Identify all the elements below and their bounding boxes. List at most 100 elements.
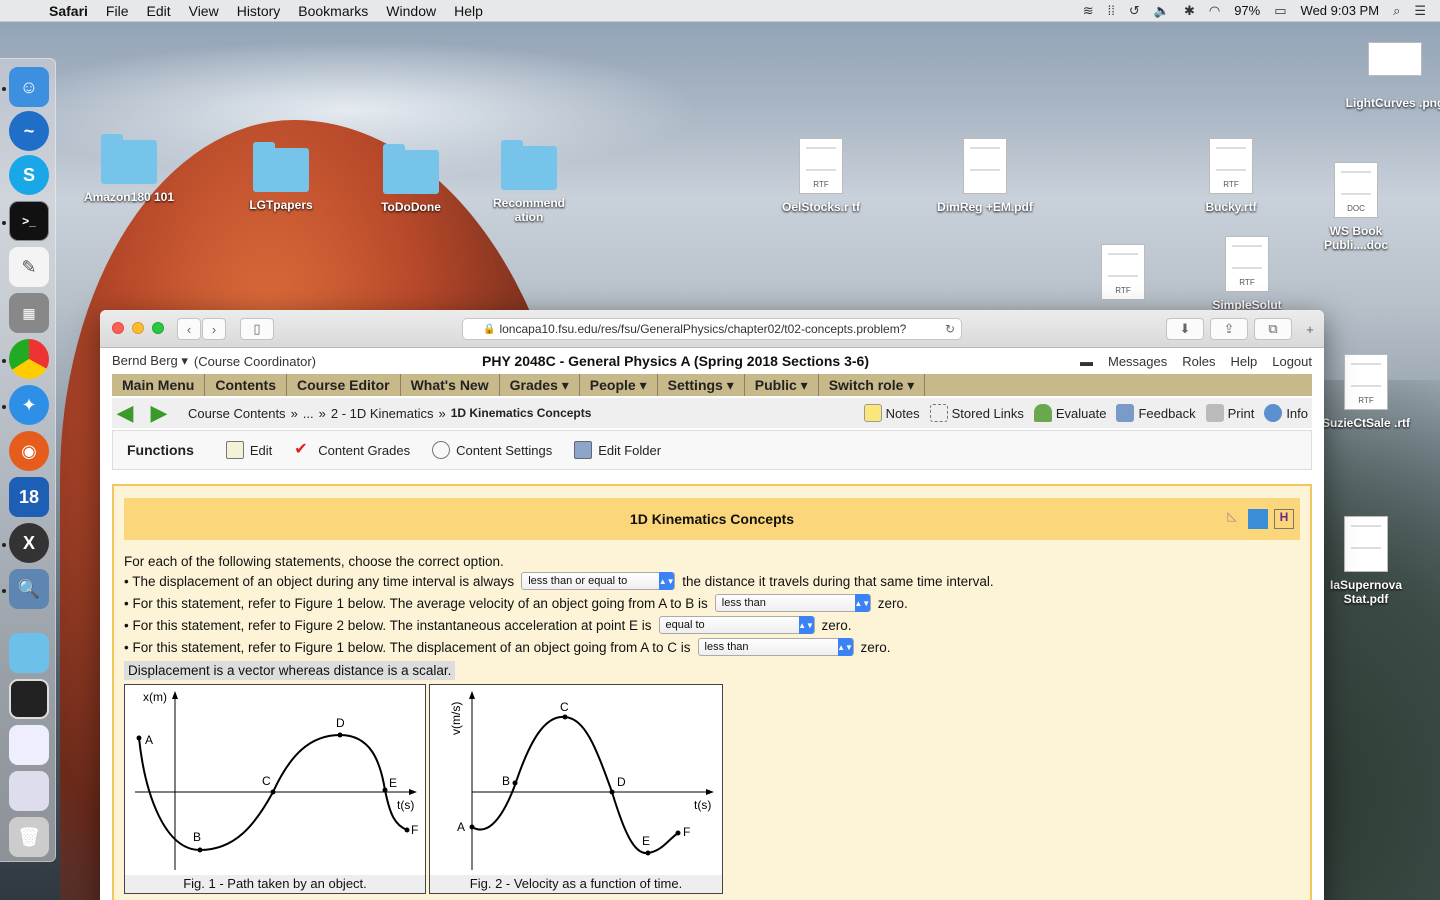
desktop-folder-lgtpapers[interactable]: LGTpapers — [231, 142, 331, 212]
breadcrumb-ellipsis[interactable]: ... — [303, 406, 314, 421]
screenshot-stack-icon[interactable] — [9, 771, 49, 811]
downloads-button[interactable]: ⬇ — [1166, 318, 1204, 340]
breadcrumb-course-contents[interactable]: Course Contents — [188, 406, 286, 421]
menu-app-safari[interactable]: Safari — [40, 3, 97, 19]
preview-icon[interactable]: 🔍 — [9, 569, 49, 609]
battery-icon[interactable]: ▭ — [1274, 3, 1286, 19]
nav-whats-new[interactable]: What's New — [401, 374, 500, 396]
firefox-icon[interactable]: ◉ — [9, 431, 49, 471]
answer-select-2[interactable]: less than ▲▼ — [714, 594, 871, 612]
tool-print[interactable]: Print — [1205, 404, 1254, 422]
battery-percent[interactable]: 97% — [1234, 3, 1260, 18]
function-edit-folder[interactable]: Edit Folder — [574, 441, 661, 459]
activity-icon[interactable]: ⁞⁞ — [1108, 3, 1115, 18]
time-machine-icon[interactable]: ↺ — [1129, 3, 1140, 19]
desktop-folder-recommendation[interactable]: Recommend ation — [479, 140, 579, 224]
desktop-file-lightcurves[interactable]: LightCurves .png — [1345, 42, 1440, 110]
desktop-file-dimreg[interactable]: DimReg +EM.pdf — [935, 138, 1035, 214]
desktop-file-simplesolut[interactable]: RTF SimpleSolut — [1197, 236, 1297, 312]
desktop-file-wsbook[interactable]: DOC WS Book Publi....doc — [1306, 162, 1406, 252]
nav-people[interactable]: People ▾ — [580, 374, 658, 396]
messages-icon[interactable]: ▬ — [1080, 354, 1093, 369]
nav-course-editor[interactable]: Course Editor — [287, 374, 401, 396]
reload-icon[interactable]: ↻ — [945, 322, 955, 336]
forward-button[interactable]: › — [202, 318, 226, 340]
calendar-18-icon[interactable]: 18 — [9, 477, 49, 517]
nav-public[interactable]: Public ▾ — [745, 374, 819, 396]
answer-select-4[interactable]: less than ▲▼ — [697, 638, 854, 656]
ruler-icon[interactable]: ◺ — [1222, 509, 1242, 529]
share-button[interactable]: ⇪ — [1210, 318, 1248, 340]
close-window-button[interactable] — [112, 322, 124, 334]
back-button[interactable]: ‹ — [177, 318, 201, 340]
tabs-overview-button[interactable]: ⧉ — [1254, 318, 1292, 340]
desktop-folder-amazon[interactable]: Amazon180 101 — [79, 134, 179, 204]
clock[interactable]: Wed 9:03 PM — [1301, 3, 1380, 18]
tool-stored-links[interactable]: Stored Links — [929, 404, 1024, 422]
folder-icon — [101, 134, 157, 184]
document-stack-icon[interactable] — [9, 725, 49, 765]
sidebar-toggle-button[interactable]: ▯ — [240, 318, 274, 340]
safari-icon[interactable]: ✦ — [9, 385, 49, 425]
chart-icon[interactable] — [1248, 509, 1268, 529]
new-tab-button[interactable]: + — [1300, 318, 1320, 340]
menu-file[interactable]: File — [97, 3, 138, 19]
nav-grades[interactable]: Grades ▾ — [500, 374, 580, 396]
minimize-window-button[interactable] — [132, 322, 144, 334]
nav-settings[interactable]: Settings ▾ — [658, 374, 745, 396]
chrome-icon[interactable] — [9, 339, 49, 379]
link-help[interactable]: Help — [1230, 354, 1257, 369]
menu-view[interactable]: View — [180, 3, 228, 19]
tool-evaluate[interactable]: Evaluate — [1033, 404, 1106, 422]
nav-main-menu[interactable]: Main Menu — [112, 374, 206, 396]
textedit-icon[interactable]: ✎ — [9, 247, 49, 287]
menu-history[interactable]: History — [228, 3, 290, 19]
address-bar[interactable]: 🔒 loncapa10.fsu.edu/res/fsu/GeneralPhysi… — [462, 318, 962, 340]
breadcrumb-parent[interactable]: 2 - 1D Kinematics — [331, 406, 434, 421]
link-roles[interactable]: Roles — [1182, 354, 1215, 369]
spotlight-search-icon[interactable]: ⌕ — [1393, 3, 1400, 19]
user-menu[interactable]: Bernd Berg ▾ — [112, 353, 188, 369]
menu-edit[interactable]: Edit — [137, 3, 179, 19]
finder-icon[interactable]: ☺ — [9, 67, 49, 107]
airplay-icon[interactable]: ≋ — [1083, 3, 1094, 19]
folder-icon — [253, 142, 309, 192]
desktop-file-oelstocks[interactable]: RTF OelStocks.r tf — [771, 138, 871, 214]
desktop-file-suziectsale[interactable]: RTF SuzieCtSale .rtf — [1316, 354, 1416, 430]
wifi-icon[interactable]: ◠ — [1209, 3, 1220, 19]
thunderbird-icon[interactable]: ~ — [9, 111, 49, 151]
bluetooth-icon[interactable]: ✱ — [1184, 3, 1195, 19]
nav-switch-role[interactable]: Switch role ▾ — [819, 374, 926, 396]
desktop-file-bucky[interactable]: RTF Bucky.rtf — [1181, 138, 1281, 214]
downloads-folder-icon[interactable] — [9, 633, 49, 673]
function-content-settings[interactable]: Content Settings — [432, 441, 552, 459]
tool-info[interactable]: Info — [1264, 404, 1308, 422]
trash-icon[interactable]: 🗑 — [9, 817, 49, 857]
tool-feedback[interactable]: Feedback — [1116, 404, 1196, 422]
x11-icon[interactable]: X — [9, 523, 49, 563]
zoom-window-button[interactable] — [152, 322, 164, 334]
menu-window[interactable]: Window — [377, 3, 445, 19]
nav-contents[interactable]: Contents — [205, 374, 288, 396]
link-messages[interactable]: Messages — [1108, 354, 1167, 369]
link-logout[interactable]: Logout — [1272, 354, 1312, 369]
next-arrow-icon[interactable]: ▶ — [146, 400, 172, 425]
previous-arrow-icon[interactable]: ◀ — [112, 400, 138, 425]
desktop-file-iasupernova[interactable]: IaSupernova Stat.pdf — [1316, 516, 1416, 606]
function-content-grades[interactable]: ✔ Content Grades — [294, 441, 410, 459]
notification-center-icon[interactable]: ☰ — [1414, 3, 1426, 19]
tool-notes[interactable]: Notes — [863, 404, 920, 422]
answer-select-1[interactable]: less than or equal to ▲▼ — [521, 572, 676, 590]
desktop-file-rtf[interactable]: RTF — [1073, 244, 1173, 306]
calculator-icon[interactable]: ▦ — [9, 293, 49, 333]
skype-icon[interactable]: S — [9, 155, 49, 195]
desktop-folder-tododone[interactable]: ToDoDone — [361, 144, 461, 214]
answer-select-3[interactable]: equal to ▲▼ — [658, 616, 815, 634]
window-thumbnail-icon[interactable] — [9, 679, 49, 719]
menu-bookmarks[interactable]: Bookmarks — [289, 3, 377, 19]
terminal-icon[interactable]: >_ — [9, 201, 49, 241]
volume-icon[interactable]: 🔈 — [1154, 3, 1170, 19]
function-edit[interactable]: Edit — [225, 441, 272, 459]
menu-help[interactable]: Help — [445, 3, 492, 19]
hint-icon[interactable]: H — [1274, 509, 1294, 529]
